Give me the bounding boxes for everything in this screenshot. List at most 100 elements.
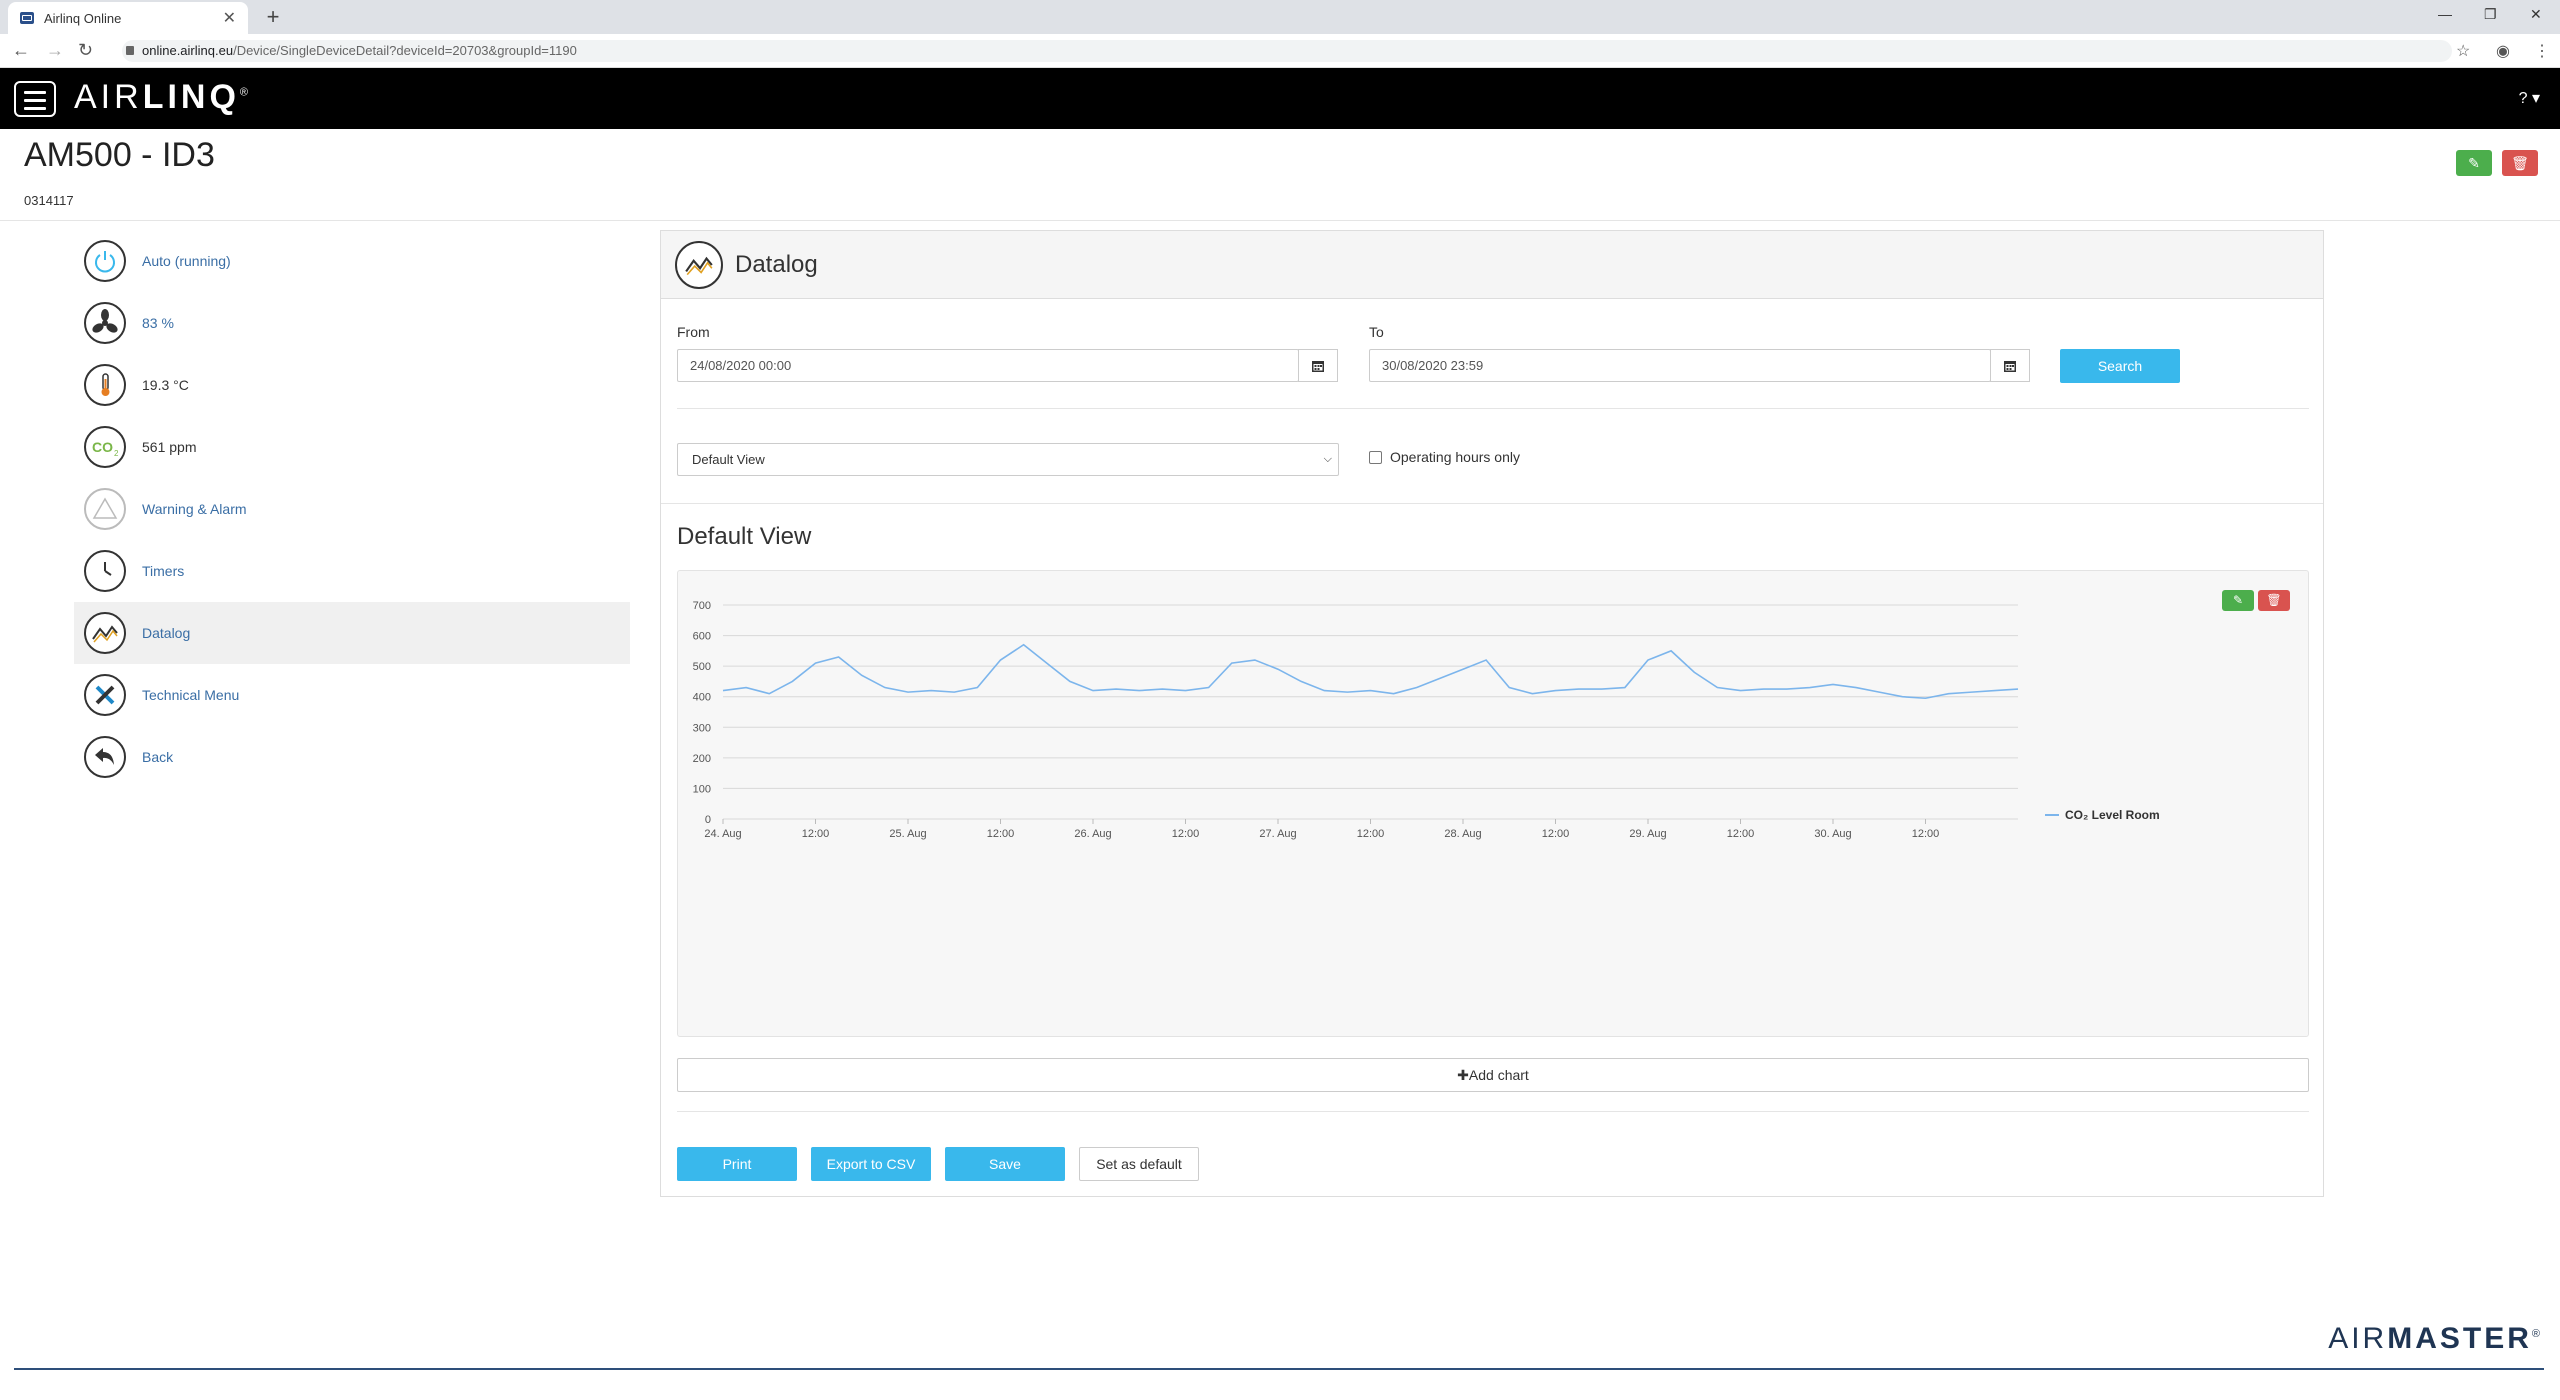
x-tick-label: 12:00	[1357, 828, 1385, 840]
x-tick-label: 12:00	[1727, 828, 1755, 840]
panel-title: Datalog	[735, 250, 818, 278]
x-tick-label: 12:00	[1542, 828, 1570, 840]
datalog-panel: Datalog From 24/08/2020 00:00 To 30/08/2…	[660, 230, 2324, 1197]
series-line	[722, 643, 2019, 700]
lock-icon	[126, 46, 134, 55]
url-host: online.airlinq.eu	[142, 43, 234, 58]
airlinq-logo[interactable]: AIRLINQ®	[74, 78, 248, 117]
browser-tab-bar: Airlinq Online ✕ + — ❐ ✕	[0, 0, 2560, 34]
svg-text:CO: CO	[92, 439, 113, 455]
plus-icon: ✚	[1457, 1067, 1469, 1083]
back-icon	[84, 736, 126, 778]
tools-icon	[84, 674, 126, 716]
reload-icon[interactable]: ↻	[78, 40, 93, 61]
add-chart-button[interactable]: ✚Add chart	[677, 1058, 2309, 1092]
section-divider	[661, 503, 2323, 504]
x-tick-label: 29. Aug	[1629, 828, 1666, 840]
save-button[interactable]: Save	[945, 1147, 1065, 1181]
x-tick-label: 12:00	[987, 828, 1015, 840]
close-window-icon[interactable]: ✕	[2530, 6, 2542, 23]
to-calendar-button[interactable]	[1990, 349, 2030, 382]
airmaster-logo: AIRMASTER®	[2328, 1322, 2540, 1355]
view-title: Default View	[677, 523, 812, 550]
address-bar-row: ← → ↻ online.airlinq.eu/Device/SingleDev…	[0, 34, 2560, 68]
legend-label: CO₂ Level Room	[2065, 808, 2160, 822]
calendar-icon	[2004, 360, 2016, 372]
y-tick-label: 100	[693, 783, 711, 795]
to-date-input[interactable]: 30/08/2020 23:59	[1369, 349, 1991, 382]
search-button[interactable]: Search	[2060, 349, 2180, 383]
sidebar-item-technical[interactable]: Technical Menu	[74, 664, 630, 726]
device-sidebar: Auto (running) 83 % 19.3 °C CO 2 561 ppm …	[74, 230, 630, 788]
operating-hours-checkbox[interactable]: Operating hours only	[1369, 449, 1520, 465]
edit-device-button[interactable]: ✎	[2456, 150, 2492, 176]
browser-menu-icon[interactable]: ⋮	[2534, 41, 2550, 61]
print-button[interactable]: Print	[677, 1147, 797, 1181]
x-tick-label: 28. Aug	[1444, 828, 1481, 840]
bookmark-star-icon[interactable]: ☆	[2456, 41, 2470, 61]
delete-chart-button[interactable]: 🗑	[2258, 590, 2290, 611]
view-select[interactable]: Default View ⌵	[677, 443, 1339, 476]
sidebar-item-label: 19.3 °C	[142, 377, 189, 393]
delete-device-button[interactable]: 🗑	[2502, 150, 2538, 176]
sidebar-item-label: Auto (running)	[142, 253, 231, 269]
chart-container: ✎ 🗑 0 100 200 300 400 500 600 700 24. Aug 12:00 25…	[677, 570, 2309, 1037]
clock-icon	[84, 550, 126, 592]
x-tick-label: 12:00	[1912, 828, 1940, 840]
x-tick-label: 27. Aug	[1259, 828, 1296, 840]
actions-divider	[677, 1111, 2309, 1112]
minimize-icon[interactable]: —	[2438, 6, 2452, 22]
sidebar-item-fan[interactable]: 83 %	[74, 292, 630, 354]
sidebar-item-warning[interactable]: Warning & Alarm	[74, 478, 630, 540]
export-csv-button[interactable]: Export to CSV	[811, 1147, 931, 1181]
from-label: From	[677, 324, 710, 340]
back-arrow-icon[interactable]: ←	[12, 40, 30, 61]
edit-chart-button[interactable]: ✎	[2222, 590, 2254, 611]
y-tick-label: 200	[693, 753, 711, 765]
help-dropdown[interactable]: ? ▾	[2519, 88, 2540, 108]
fan-icon	[84, 302, 126, 344]
close-tab-icon[interactable]: ✕	[223, 8, 236, 28]
header-divider	[0, 220, 2560, 221]
checkbox-box[interactable]	[1369, 450, 1382, 464]
sidebar-item-label: Back	[142, 749, 174, 765]
sidebar-item-label: Timers	[142, 563, 185, 579]
operating-hours-label: Operating hours only	[1390, 449, 1520, 465]
url-field[interactable]: online.airlinq.eu/Device/SingleDeviceDet…	[122, 40, 2452, 62]
sidebar-item-datalog[interactable]: Datalog	[74, 602, 630, 664]
sidebar-item-label: 83 %	[142, 315, 174, 331]
sidebar-item-co2[interactable]: CO 2 561 ppm	[74, 416, 630, 478]
from-date-input[interactable]: 24/08/2020 00:00	[677, 349, 1299, 382]
to-label: To	[1369, 324, 1384, 340]
panel-header: Datalog	[661, 231, 2323, 299]
sidebar-item-back[interactable]: Back	[74, 726, 630, 788]
forward-arrow-icon[interactable]: →	[46, 40, 64, 61]
profile-icon[interactable]: ◉	[2496, 41, 2510, 61]
x-tick-label: 24. Aug	[704, 828, 741, 840]
y-tick-label: 0	[705, 814, 711, 826]
from-calendar-button[interactable]	[1298, 349, 1338, 382]
hamburger-menu-button[interactable]	[14, 81, 56, 117]
power-icon	[84, 240, 126, 282]
thermometer-icon	[84, 364, 126, 406]
co2-icon: CO 2	[84, 426, 126, 468]
set-default-button[interactable]: Set as default	[1079, 1147, 1199, 1181]
x-tick-label: 30. Aug	[1814, 828, 1851, 840]
sidebar-item-temperature[interactable]: 19.3 °C	[74, 354, 630, 416]
browser-tab[interactable]: Airlinq Online ✕	[8, 2, 248, 34]
sidebar-item-mode[interactable]: Auto (running)	[74, 230, 630, 292]
url-path: /Device/SingleDeviceDetail?deviceId=2070…	[233, 43, 577, 58]
y-tick-label: 300	[693, 722, 711, 734]
new-tab-button[interactable]: +	[260, 4, 286, 30]
tab-title: Airlinq Online	[44, 10, 122, 26]
sidebar-item-label: 561 ppm	[142, 439, 197, 455]
y-tick-label: 500	[693, 661, 711, 673]
datalog-icon	[675, 240, 723, 289]
x-tick-label: 12:00	[802, 828, 830, 840]
chevron-down-icon: ⌵	[1323, 453, 1332, 465]
restore-icon[interactable]: ❐	[2484, 6, 2497, 23]
sidebar-item-label: Warning & Alarm	[142, 501, 247, 517]
sidebar-item-timers[interactable]: Timers	[74, 540, 630, 602]
sidebar-item-label: Technical Menu	[142, 687, 240, 703]
co2-line-chart: 0 100 200 300 400 500 600 700 24. Aug 12:00 25. Au…	[693, 600, 2160, 840]
